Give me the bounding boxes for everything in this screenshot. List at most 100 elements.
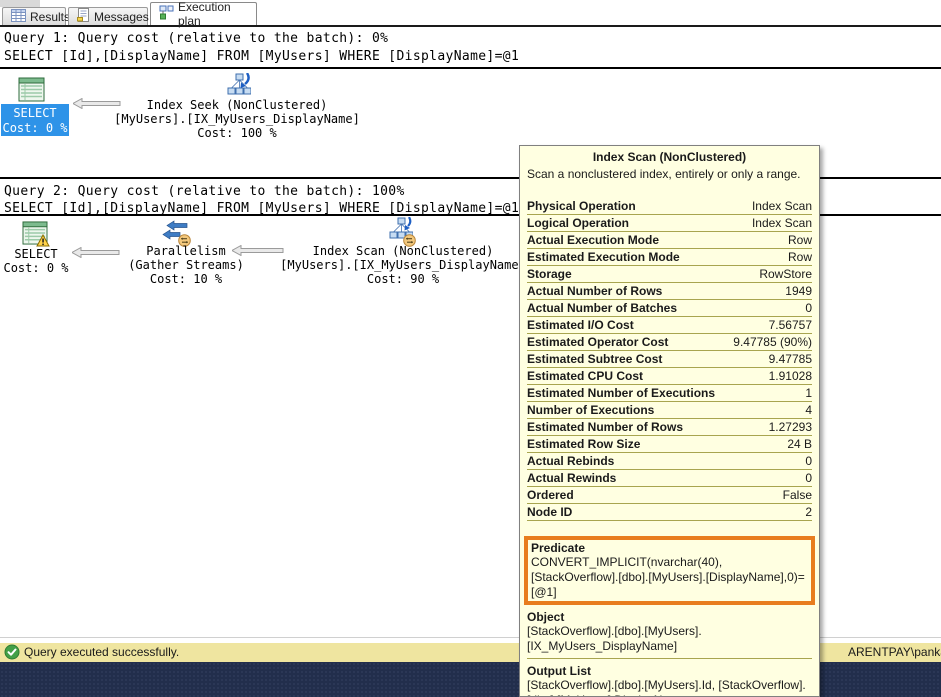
success-check-icon xyxy=(4,644,20,665)
predicate-label: Predicate xyxy=(531,541,808,555)
row-value: 1949 xyxy=(785,284,812,298)
row-label: Actual Number of Batches xyxy=(527,301,677,315)
tooltip-row: Logical Operation Index Scan xyxy=(527,215,812,232)
row-value: 24 B xyxy=(787,437,812,451)
scan-node-cost: Cost: 90 % xyxy=(367,272,439,286)
query1-sql: SELECT [Id],[DisplayName] FROM [MyUsers]… xyxy=(4,49,519,64)
row-label: Estimated CPU Cost xyxy=(527,369,643,383)
row-value: Index Scan xyxy=(752,216,812,230)
tooltip-row: Number of Executions4 xyxy=(527,402,812,419)
row-label: Physical Operation xyxy=(527,199,636,213)
status-message: Query executed successfully. xyxy=(24,645,179,659)
row-label: Actual Number of Rows xyxy=(527,284,662,298)
row-label: Estimated Row Size xyxy=(527,437,640,451)
results-grid-icon xyxy=(11,9,26,25)
results-tab-strip: Results Messages Execution plan xyxy=(0,0,941,27)
select-node-title: SELECT xyxy=(14,247,57,261)
seek-node-cost: Cost: 100 % xyxy=(197,126,276,140)
object-section: Object [StackOverflow].[dbo].[MyUsers].[… xyxy=(527,610,812,659)
output-list-section: Output List [StackOverflow].[dbo].[MyUse… xyxy=(527,664,812,697)
seek-node-object: [MyUsers].[IX_MyUsers_DisplayName] xyxy=(114,112,360,126)
scan-node-title: Index Scan (NonClustered) xyxy=(313,244,494,258)
tab-results[interactable]: Results xyxy=(2,7,66,25)
row-label: Estimated I/O Cost xyxy=(527,318,634,332)
row-value: 0 xyxy=(805,301,812,315)
scan-node-object: [MyUsers].[IX_MyUsers_DisplayName] xyxy=(280,258,526,272)
tab-execution-plan[interactable]: Execution plan xyxy=(150,2,257,25)
plan-arrow-icon[interactable] xyxy=(72,245,120,263)
object-text: [StackOverflow].[dbo].[MyUsers].[IX_MyUs… xyxy=(527,624,812,654)
row-label: Estimated Operator Cost xyxy=(527,335,668,349)
operator-tooltip: Index Scan (NonClustered) Scan a nonclus… xyxy=(519,145,820,697)
plan2-scan-node[interactable]: Index Scan (NonClustered) [MyUsers].[IX_… xyxy=(280,244,526,286)
plan1-seek-node[interactable]: Index Seek (NonClustered) [MyUsers].[IX_… xyxy=(114,98,360,140)
plan2-parallelism-node[interactable]: Parallelism (Gather Streams) Cost: 10 % xyxy=(128,244,244,286)
row-value: 1.91028 xyxy=(769,369,812,383)
row-label: Estimated Number of Executions xyxy=(527,386,715,400)
row-value: RowStore xyxy=(759,267,812,281)
tooltip-row: Actual Rebinds 0 xyxy=(527,453,812,470)
tooltip-rows: Physical Operation Index Scan Logical Ope… xyxy=(527,198,812,521)
row-label: Node ID xyxy=(527,505,572,519)
row-value: 1 xyxy=(805,386,812,400)
select-node-cost: Cost: 0 % xyxy=(3,261,68,275)
tab-messages[interactable]: Messages xyxy=(68,7,148,25)
tooltip-row: Estimated Execution Mode Row xyxy=(527,249,812,266)
row-value: False xyxy=(783,488,812,502)
row-label: Actual Rebinds xyxy=(527,454,614,468)
pane-corner xyxy=(0,0,40,7)
tooltip-row: Estimated Number of Rows 1.27293 xyxy=(527,419,812,436)
row-label: Actual Rewinds xyxy=(527,471,616,485)
row-label: Logical Operation xyxy=(527,216,629,230)
plan1-select-cost: Cost: 0 % xyxy=(2,121,67,135)
predicate-highlight: Predicate CONVERT_IMPLICIT(nvarchar(40),… xyxy=(524,536,815,605)
tooltip-row: Actual Number of Batches 0 xyxy=(527,300,812,317)
row-label: Estimated Subtree Cost xyxy=(527,352,662,366)
tooltip-row: Node ID 2 xyxy=(527,504,812,521)
output-list-label: Output List xyxy=(527,664,812,678)
divider xyxy=(0,67,941,69)
row-label: Estimated Number of Rows xyxy=(527,420,683,434)
execution-plan-icon xyxy=(159,5,174,23)
row-value: 7.56757 xyxy=(769,318,812,332)
plan1-select-label: SELECT xyxy=(13,106,56,120)
row-label: Estimated Execution Mode xyxy=(527,250,680,264)
result-table-icon xyxy=(18,77,45,107)
plan2-select-node[interactable]: SELECT Cost: 0 % xyxy=(3,247,68,275)
row-value: Row xyxy=(788,233,812,247)
row-label: Number of Executions xyxy=(527,403,654,417)
tooltip-row: Ordered False xyxy=(527,487,812,504)
object-label: Object xyxy=(527,610,812,624)
tooltip-row: Estimated I/O Cost 7.56757 xyxy=(527,317,812,334)
tab-results-label: Results xyxy=(30,10,70,24)
tooltip-row: Estimated Operator Cost 9.47785 (90%) xyxy=(527,334,812,351)
row-value: 1.27293 xyxy=(769,420,812,434)
messages-icon xyxy=(77,8,90,25)
predicate-text: CONVERT_IMPLICIT(nvarchar(40),[StackOver… xyxy=(531,555,808,600)
row-label: Ordered xyxy=(527,488,574,502)
output-list-text: [StackOverflow].[dbo].[MyUsers].Id, [Sta… xyxy=(527,678,812,697)
plan1-select-node[interactable]: SELECT Cost: 0 % xyxy=(1,104,69,136)
tooltip-row: Estimated Row Size 24 B xyxy=(527,436,812,453)
tooltip-row: Estimated Subtree Cost9.47785 xyxy=(527,351,812,368)
tooltip-row: Estimated CPU Cost 1.91028 xyxy=(527,368,812,385)
row-value: Row xyxy=(788,250,812,264)
row-label: Actual Execution Mode xyxy=(527,233,659,247)
tab-messages-label: Messages xyxy=(94,10,149,24)
tooltip-row: Estimated Number of Executions 1 xyxy=(527,385,812,402)
tooltip-row: StorageRowStore xyxy=(527,266,812,283)
row-value: 9.47785 (90%) xyxy=(733,335,812,349)
row-value: 0 xyxy=(805,454,812,468)
row-value: 0 xyxy=(805,471,812,485)
query1-header: Query 1: Query cost (relative to the bat… xyxy=(4,31,388,46)
parallelism-node-subtitle: (Gather Streams) xyxy=(128,258,244,272)
tooltip-row: Physical Operation Index Scan xyxy=(527,198,812,215)
tooltip-row: Actual Execution Mode Row xyxy=(527,232,812,249)
tooltip-title: Index Scan (NonClustered) xyxy=(527,149,812,164)
plan-arrow-icon[interactable] xyxy=(232,243,284,261)
tab-execution-plan-label: Execution plan xyxy=(178,0,248,28)
tooltip-description: Scan a nonclustered index, entirely or o… xyxy=(527,167,812,181)
tooltip-row: Actual Number of Rows 1949 xyxy=(527,283,812,300)
row-value: 2 xyxy=(805,505,812,519)
row-value: Index Scan xyxy=(752,199,812,213)
